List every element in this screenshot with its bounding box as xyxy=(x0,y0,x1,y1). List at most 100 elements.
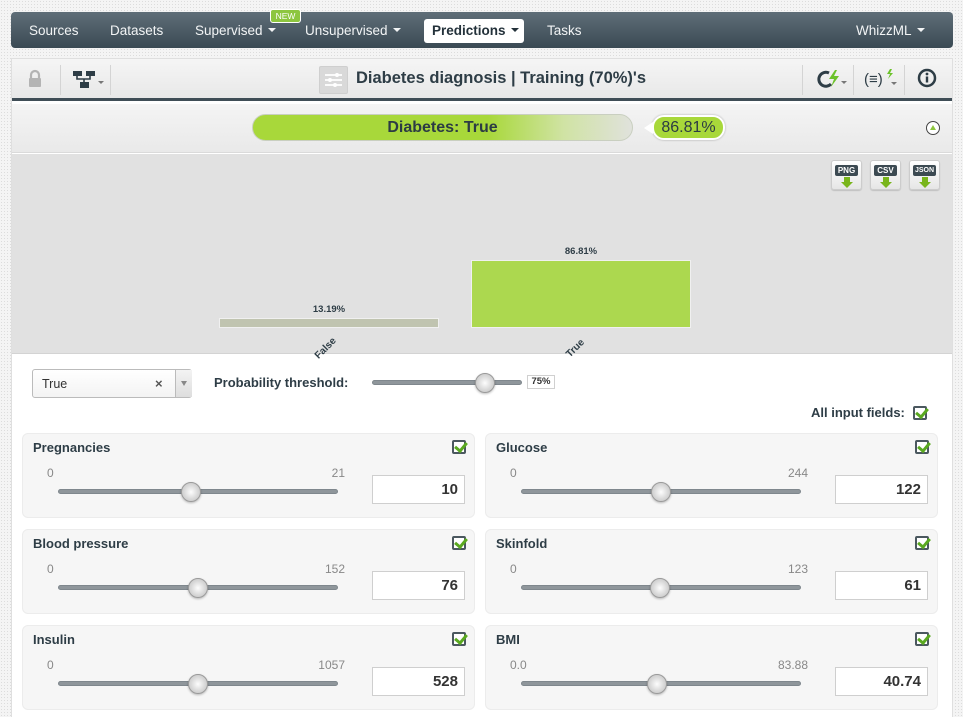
insulin-slider-handle[interactable] xyxy=(188,674,208,694)
field-min: 0 xyxy=(47,562,54,576)
field-name: BMI xyxy=(496,632,520,647)
bmi-slider-handle[interactable] xyxy=(647,674,668,694)
all-input-fields-checkbox[interactable] xyxy=(913,406,927,420)
export-png-label: PNG xyxy=(835,165,858,176)
nav-sources-label: Sources xyxy=(29,23,79,38)
toolbar-separator xyxy=(802,65,803,95)
top-navbar: Sources Datasets Supervised NEW Unsuperv… xyxy=(11,9,953,48)
lock-icon[interactable] xyxy=(27,69,43,89)
chevron-down-icon xyxy=(510,28,519,33)
field-min: 0 xyxy=(510,562,517,576)
toolbar-separator xyxy=(110,65,111,95)
nav-supervised-label: Supervised xyxy=(195,23,263,38)
clear-icon[interactable]: × xyxy=(155,376,163,391)
export-json-button[interactable]: JSON xyxy=(909,160,940,190)
skinfold-slider-handle[interactable] xyxy=(649,578,670,598)
prediction-result-area: Diabetes: True 86.81% xyxy=(12,104,952,153)
export-png-button[interactable]: PNG xyxy=(831,160,862,190)
batch-prediction-icon[interactable] xyxy=(815,68,849,90)
chevron-down-icon xyxy=(916,28,925,33)
nav-unsupervised[interactable]: Unsupervised xyxy=(305,12,401,48)
pregnancies-slider-handle[interactable] xyxy=(181,482,202,502)
glucose-input[interactable]: 122 xyxy=(835,475,928,504)
nav-sources[interactable]: Sources xyxy=(29,12,79,48)
field-card: Glucose 0 244 122 xyxy=(485,433,938,518)
insulin-input[interactable]: 528 xyxy=(372,667,465,696)
pregnancies-input[interactable]: 10 xyxy=(372,475,465,504)
field-max: 152 xyxy=(324,562,345,576)
field-checkbox[interactable] xyxy=(452,536,466,550)
nav-datasets-label: Datasets xyxy=(110,23,164,38)
field-name: Glucose xyxy=(496,440,548,455)
page-title: Diabetes diagnosis | Training (70%)'s xyxy=(356,69,647,87)
export-csv-button[interactable]: CSV xyxy=(870,160,901,190)
probability-chart: PNG CSV JSON 13.19% False 86.81% True xyxy=(12,154,952,361)
prediction-label: Diabetes: True xyxy=(252,114,633,141)
nav-predictions-label: Predictions xyxy=(432,23,506,38)
prediction-confidence: 86.81% xyxy=(644,115,725,140)
field-checkbox[interactable] xyxy=(915,536,929,550)
bar-value-label: 13.19% xyxy=(312,303,346,315)
field-min: 0 xyxy=(47,658,54,672)
nav-supervised[interactable]: Supervised xyxy=(195,12,276,48)
toolbar-separator xyxy=(853,65,854,95)
prediction-panel: Diabetes diagnosis | Training (70%)'s (≡… xyxy=(11,58,953,717)
bar-false[interactable] xyxy=(219,317,439,328)
threshold-slider[interactable] xyxy=(372,380,522,385)
field-card: Pregnancies 0 21 10 xyxy=(22,433,475,518)
dropdown-arrow-icon[interactable] xyxy=(175,370,192,397)
x-tick-label: False xyxy=(312,335,339,362)
formula-icon[interactable]: (≡) xyxy=(864,67,900,91)
export-csv-label: CSV xyxy=(874,165,897,176)
chevron-down-icon xyxy=(392,28,401,33)
blood-pressure-slider-handle[interactable] xyxy=(188,578,208,598)
class-select-value: True xyxy=(42,377,68,391)
nav-unsupervised-label: Unsupervised xyxy=(305,23,388,38)
info-icon[interactable] xyxy=(917,68,937,88)
blood-pressure-input[interactable]: 76 xyxy=(372,571,465,600)
field-max: 1057 xyxy=(318,658,345,672)
toolbar: Diabetes diagnosis | Training (70%)'s (≡… xyxy=(12,59,952,101)
nav-tasks[interactable]: Tasks xyxy=(547,12,582,48)
field-name: Skinfold xyxy=(496,536,548,551)
field-checkbox[interactable] xyxy=(915,632,929,646)
nav-predictions[interactable]: Predictions xyxy=(424,19,524,43)
toolbar-separator xyxy=(904,65,905,95)
x-tick-label: True xyxy=(564,337,587,360)
nav-datasets[interactable]: Datasets xyxy=(110,12,163,48)
field-name: Insulin xyxy=(33,632,75,647)
field-min: 0 xyxy=(510,466,517,480)
field-name: Pregnancies xyxy=(33,440,111,455)
collapse-up-icon[interactable] xyxy=(926,121,940,135)
field-max: 21 xyxy=(331,466,345,480)
field-card: Skinfold 0 123 61 xyxy=(485,529,938,614)
field-max: 83.88 xyxy=(777,658,808,672)
field-max: 244 xyxy=(787,466,808,480)
bmi-input[interactable]: 40.74 xyxy=(835,667,928,696)
skinfold-input[interactable]: 61 xyxy=(835,571,928,600)
threshold-label: Probability threshold: xyxy=(214,375,349,390)
nav-whizzml[interactable]: WhizzML xyxy=(856,12,925,48)
field-card: BMI 0.0 83.88 40.74 xyxy=(485,625,938,710)
field-checkbox[interactable] xyxy=(452,632,466,646)
tree-model-icon[interactable] xyxy=(72,70,108,90)
model-form-icon xyxy=(319,66,348,94)
nav-whizzml-label: WhizzML xyxy=(856,23,912,38)
threshold-value: 75% xyxy=(527,375,555,389)
all-input-fields-label: All input fields: xyxy=(811,405,905,420)
export-json-label: JSON xyxy=(913,165,936,176)
field-min: 0.0 xyxy=(510,658,527,672)
field-card: Blood pressure 0 152 76 xyxy=(22,529,475,614)
field-min: 0 xyxy=(47,466,54,480)
nav-tasks-label: Tasks xyxy=(547,23,582,38)
toolbar-separator xyxy=(60,65,61,95)
field-name: Blood pressure xyxy=(33,536,129,551)
field-checkbox[interactable] xyxy=(452,440,466,454)
bar-true[interactable] xyxy=(471,260,691,328)
field-checkbox[interactable] xyxy=(915,440,929,454)
threshold-slider-handle[interactable] xyxy=(474,373,495,393)
class-select[interactable]: True × xyxy=(32,369,192,398)
field-max: 123 xyxy=(787,562,808,576)
glucose-slider-handle[interactable] xyxy=(651,482,671,502)
chevron-down-icon xyxy=(267,28,276,33)
